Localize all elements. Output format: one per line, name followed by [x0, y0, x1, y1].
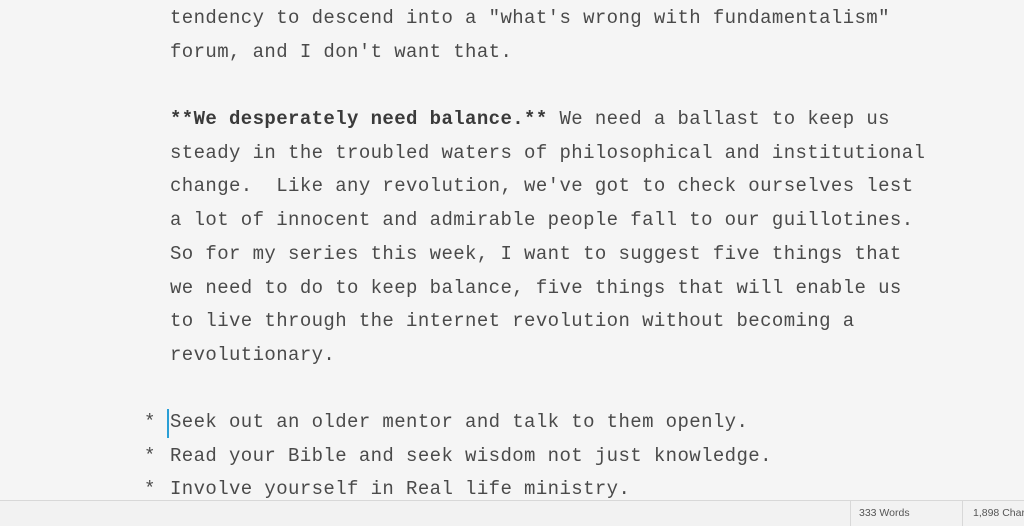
text-line: revolutionary.: [170, 344, 336, 366]
text-line: to live through the internet revolution …: [170, 310, 855, 332]
character-count[interactable]: 1,898 Characters: [962, 501, 1024, 526]
text-line: change. Like any revolution, we've got t…: [170, 175, 914, 197]
text-line: **We desperately need balance.** We need…: [170, 104, 890, 134]
list-marker: *: [144, 478, 156, 500]
list-item: Read your Bible and seek wisdom not just…: [170, 445, 772, 467]
text-line: So for my series this week, I want to su…: [170, 243, 902, 265]
list-item: Seek out an older mentor and talk to the…: [170, 411, 749, 433]
status-bar: 333 Words 1,898 Characters: [0, 500, 1024, 526]
text-line: we need to do to keep balance, five thin…: [170, 277, 902, 299]
text-fragment: We need a ballast to keep us: [547, 108, 890, 130]
list-marker: *: [144, 411, 156, 433]
status-bar-spacer: [0, 501, 850, 526]
text-cursor: [167, 409, 169, 438]
text-line: tendency to descend into a "what's wrong…: [170, 7, 890, 29]
text-line: steady in the troubled waters of philoso…: [170, 142, 926, 164]
word-count[interactable]: 333 Words: [850, 501, 962, 526]
bold-markdown-text: **We desperately need balance.**: [170, 108, 548, 130]
list-marker: *: [144, 445, 156, 467]
text-line: forum, and I don't want that.: [170, 41, 513, 63]
text-editor[interactable]: tendency to descend into a "what's wrong…: [0, 0, 1024, 500]
text-line: a lot of innocent and admirable people f…: [170, 209, 914, 231]
list-item: Involve yourself in Real life ministry.: [170, 478, 631, 500]
